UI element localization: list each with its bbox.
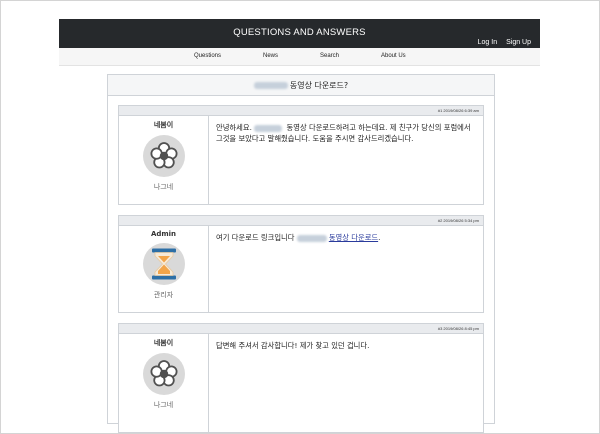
post-body: 안녕하세요. 동영상 다운로드하려고 하는데요. 제 친구가 당신의 포럼에서 … xyxy=(216,122,477,144)
post-meta: #1 2019/08/26 6:39 am xyxy=(119,106,483,116)
download-link[interactable]: 동영상 다운로드 xyxy=(329,233,378,242)
author-name[interactable]: Admin xyxy=(119,230,208,238)
author-role: 관리자 xyxy=(153,291,174,299)
site-title: QUESTIONS AND ANSWERS xyxy=(233,27,366,38)
redacted-text xyxy=(253,82,288,89)
post-author: Admin 관리자 xyxy=(119,226,209,312)
post: #2 2019/08/26 5:34 pm Admin 관리자 여기 다운로드 … xyxy=(118,215,484,313)
avatar xyxy=(142,353,185,395)
author-role: 나그네 xyxy=(153,401,174,409)
auth-links: Log In Sign Up xyxy=(478,39,531,46)
thread-title: 동영상 다운로드? xyxy=(108,75,494,96)
hourglass-icon xyxy=(151,248,176,280)
post-text: 안녕하세요. xyxy=(216,123,255,132)
nav-news[interactable]: News xyxy=(263,53,278,59)
post: #3 2019/08/26 8:45 pm 네봄이 나그네 답변해 주셔서 감사… xyxy=(118,323,484,433)
flower-icon xyxy=(150,360,178,387)
post-author: 네봄이 나그네 xyxy=(119,334,209,432)
post-text: 여기 다운로드 링크입니다 xyxy=(216,233,297,242)
redacted-text xyxy=(296,234,327,242)
avatar xyxy=(142,243,185,285)
post-meta: #2 2019/08/26 5:34 pm xyxy=(119,216,483,226)
post-meta: #3 2019/08/26 8:45 pm xyxy=(119,324,483,334)
login-link[interactable]: Log In xyxy=(478,39,497,46)
avatar xyxy=(142,135,185,177)
post-text: . xyxy=(378,233,381,242)
nav-questions[interactable]: Questions xyxy=(194,53,221,59)
thread-title-text: 동영상 다운로드? xyxy=(289,81,349,90)
nav-search[interactable]: Search xyxy=(320,53,339,59)
flower-icon xyxy=(150,142,178,169)
main-nav: Questions News Search About Us xyxy=(59,48,540,66)
nav-about-us[interactable]: About Us xyxy=(381,53,406,59)
post-body: 답변해 주셔서 감사합니다! 제가 찾고 있던 겁니다. xyxy=(216,341,370,350)
signup-link[interactable]: Sign Up xyxy=(506,39,531,46)
author-role: 나그네 xyxy=(153,183,174,191)
post-author: 네봄이 나그네 xyxy=(119,116,209,204)
site-header: QUESTIONS AND ANSWERS Log In Sign Up xyxy=(59,19,540,48)
thread: 동영상 다운로드? #1 2019/08/26 6:39 am 네봄이 나그네 xyxy=(107,74,495,433)
post-body: 여기 다운로드 링크입니다 동영상 다운로드. xyxy=(216,232,477,243)
post: #1 2019/08/26 6:39 am 네봄이 나그네 안녕하세요. 동영상… xyxy=(118,105,484,205)
author-name[interactable]: 네봄이 xyxy=(119,338,208,348)
author-name[interactable]: 네봄이 xyxy=(119,120,208,130)
redacted-text xyxy=(254,124,283,132)
